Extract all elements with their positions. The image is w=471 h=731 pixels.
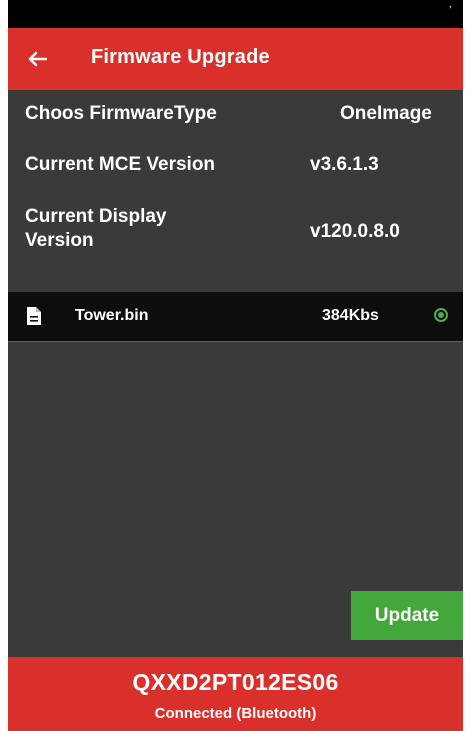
firmware-type-value: OneImage [340,103,432,124]
firmware-type-label: Choos FirmwareType [25,103,217,124]
app-bar: Firmware Upgrade [8,28,463,90]
device-status-footer: QXXD2PT012ES06 Connected (Bluetooth) [8,657,463,731]
firmware-file-list: Tower.bin 384Kbs [8,292,463,342]
display-version-label-line1: Current Display [25,206,167,227]
display-version-label-line2: Version [25,230,94,251]
status-indicator: , [449,0,452,10]
firmware-info-section: Choos FirmwareType OneImage Current MCE … [8,90,463,292]
file-document-icon [27,307,41,325]
update-button[interactable]: Update [351,591,463,640]
device-id: QXXD2PT012ES06 [132,669,339,695]
back-button[interactable] [20,42,54,76]
mce-version-value: v3.6.1.3 [310,154,379,175]
app-screen: , Firmware Upgrade Choos FirmwareType On… [8,0,463,731]
page-title: Firmware Upgrade [91,46,270,68]
arrow-left-icon [28,51,47,67]
mce-version-label: Current MCE Version [25,154,216,175]
file-select-radio[interactable] [434,308,448,322]
file-size: 384Kbs [322,307,379,324]
display-version-label: Current Display Version [25,205,166,253]
connection-status: Connected (Bluetooth) [154,705,317,722]
list-item[interactable]: Tower.bin 384Kbs [8,292,463,341]
status-bar: , [8,0,463,28]
display-version-value: v120.0.8.0 [310,221,400,242]
file-name: Tower.bin [75,307,149,324]
